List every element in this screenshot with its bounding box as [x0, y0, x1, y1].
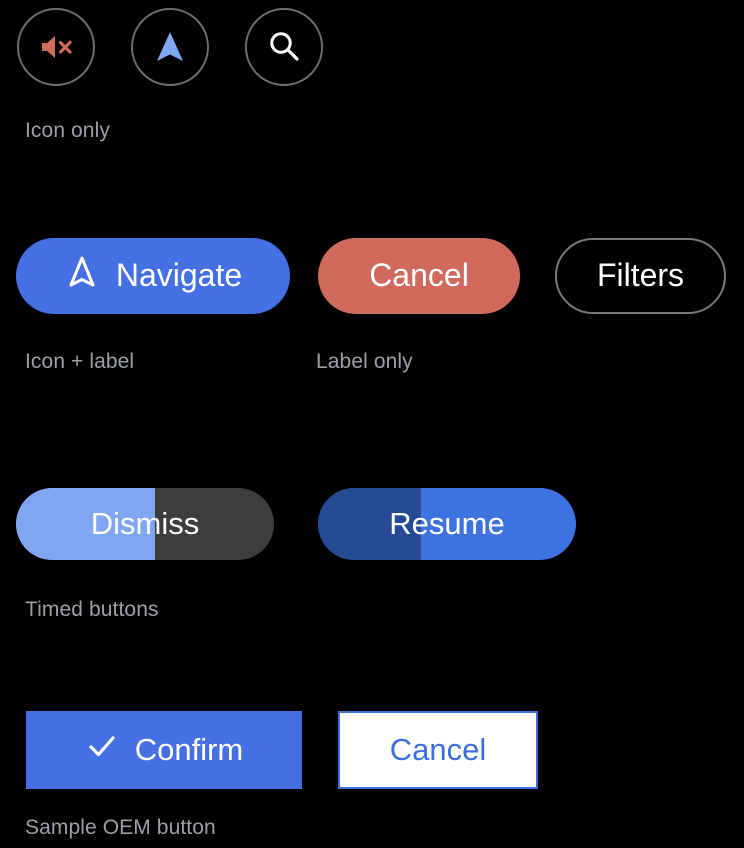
confirm-button-label: Confirm — [134, 731, 244, 767]
screen-root: Icon only Navigate Cancel Filters Icon +… — [0, 0, 744, 848]
navigate-icon-button[interactable] — [131, 8, 209, 86]
caption-icon-only: Icon only — [25, 119, 110, 142]
navigation-arrow-outline-icon — [64, 254, 100, 298]
icon-only-button-group — [17, 8, 323, 86]
cancel-pill-button[interactable]: Cancel — [318, 238, 520, 314]
resume-button[interactable]: Resume — [318, 488, 576, 560]
caption-label-only: Label only — [316, 350, 413, 373]
navigate-button-label: Navigate — [115, 257, 243, 293]
check-icon — [85, 729, 119, 771]
mute-button[interactable] — [17, 8, 95, 86]
oem-cancel-button[interactable]: Cancel — [338, 711, 538, 789]
navigate-button[interactable]: Navigate — [16, 238, 290, 314]
caption-icon-plus-label: Icon + label — [25, 350, 135, 373]
resume-button-label: Resume — [389, 505, 505, 541]
oem-cancel-button-label: Cancel — [389, 731, 487, 767]
caption-sample-oem-button: Sample OEM button — [25, 816, 216, 839]
dismiss-button-label: Dismiss — [90, 505, 200, 541]
cancel-pill-button-label: Cancel — [369, 257, 469, 293]
filters-button-label: Filters — [596, 257, 685, 293]
search-button[interactable] — [245, 8, 323, 86]
caption-timed-buttons: Timed buttons — [25, 598, 159, 621]
dismiss-button[interactable]: Dismiss — [16, 488, 274, 560]
volume-mute-icon — [36, 27, 76, 67]
search-icon — [265, 28, 303, 66]
navigation-arrow-icon — [150, 27, 190, 67]
filters-button[interactable]: Filters — [555, 238, 726, 314]
confirm-button[interactable]: Confirm — [26, 711, 302, 789]
